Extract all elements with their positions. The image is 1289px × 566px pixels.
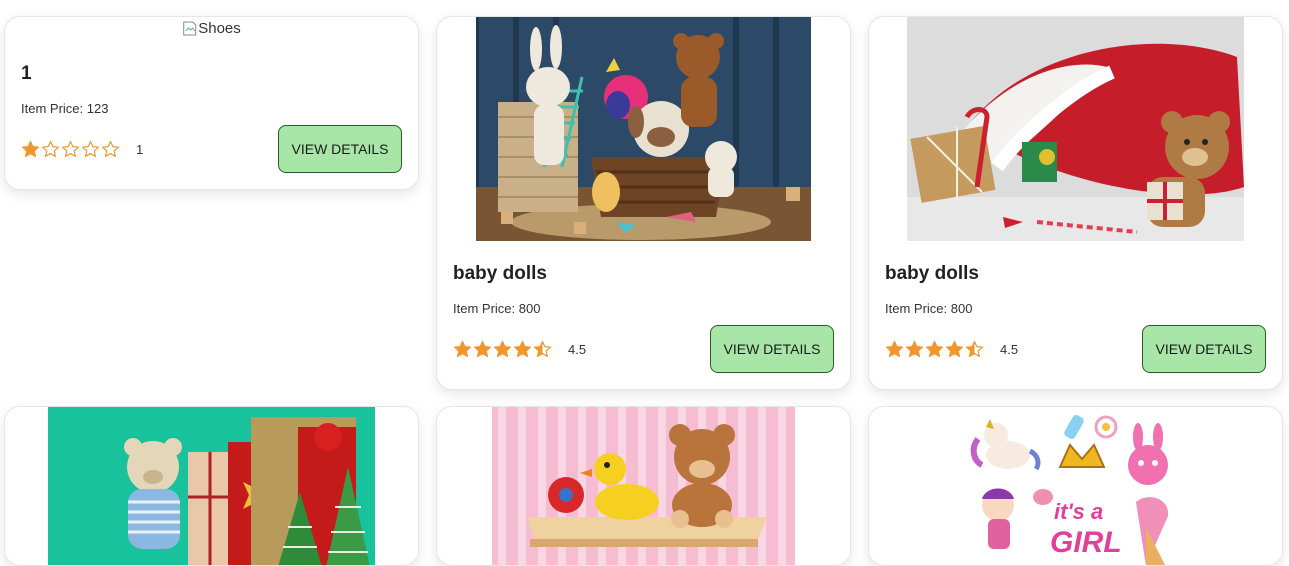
product-image: Shoes [182, 20, 241, 37]
product-image [437, 17, 850, 241]
product-image [5, 407, 418, 565]
image-alt-text: Shoes [198, 20, 241, 37]
svg-text:it's a: it's a [1054, 499, 1103, 524]
product-card: baby dolls Item Price: 800 4.5 VIEW DETA… [868, 16, 1283, 390]
rating: 4.5 [885, 340, 1018, 359]
star-filled-icon [474, 340, 491, 357]
product-card: baby dolls Item Price: 800 4.5 VIEW DETA… [436, 16, 851, 390]
product-price: Item Price: 123 [21, 101, 109, 116]
rating: 4.5 [453, 340, 586, 359]
star-half-icon [534, 340, 551, 357]
star-filled-icon [514, 340, 531, 357]
product-card [436, 406, 851, 566]
svg-text:GIRL: GIRL [1050, 526, 1122, 559]
star-empty-icon [42, 140, 59, 157]
star-filled-icon [886, 340, 903, 357]
product-image [869, 17, 1282, 241]
view-details-button[interactable]: VIEW DETAILS [710, 325, 834, 373]
product-title: 1 [21, 63, 32, 84]
star-half-icon [966, 340, 983, 357]
star-filled-icon [926, 340, 943, 357]
rating-value: 4.5 [568, 342, 587, 357]
view-details-button[interactable]: VIEW DETAILS [1142, 325, 1266, 373]
view-details-button[interactable]: VIEW DETAILS [278, 125, 402, 173]
rating-value: 1 [136, 142, 144, 157]
product-card [4, 406, 419, 566]
star-empty-icon [62, 140, 79, 157]
rating-stars [21, 140, 120, 159]
product-card: Shoes 1 Item Price: 123 1 VIEW DETAILS [4, 16, 419, 190]
rating-stars [453, 340, 552, 359]
star-empty-icon [102, 140, 119, 157]
product-card: it's a GIRL [868, 406, 1283, 566]
product-title: baby dolls [453, 263, 547, 284]
product-image: it's a GIRL [869, 407, 1282, 565]
rating-value: 4.5 [1000, 342, 1019, 357]
broken-image-icon [182, 21, 196, 36]
star-filled-icon [22, 140, 39, 157]
rating-stars [885, 340, 984, 359]
star-filled-icon [454, 340, 471, 357]
product-title: baby dolls [885, 263, 979, 284]
star-filled-icon [906, 340, 923, 357]
product-price: Item Price: 800 [885, 301, 973, 316]
star-empty-icon [82, 140, 99, 157]
product-image [437, 407, 850, 565]
product-price: Item Price: 800 [453, 301, 541, 316]
rating: 1 [21, 140, 143, 159]
star-filled-icon [494, 340, 511, 357]
star-filled-icon [946, 340, 963, 357]
